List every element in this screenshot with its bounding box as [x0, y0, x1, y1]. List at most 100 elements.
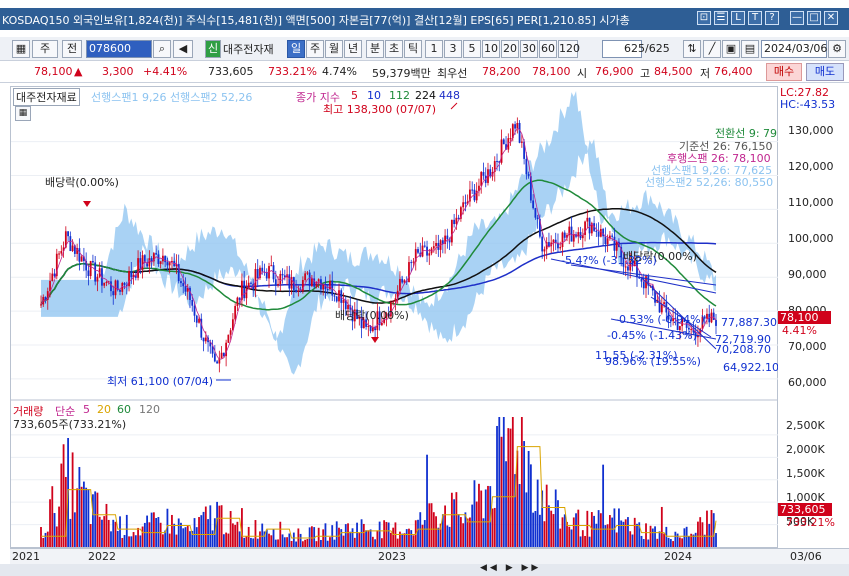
period-month-tab[interactable]: 월: [325, 40, 343, 58]
volume-bar: [543, 521, 546, 547]
period-week-tab[interactable]: 주: [306, 40, 324, 58]
volume-bar: [159, 522, 162, 547]
search-icon[interactable]: ⌕: [153, 40, 171, 58]
volume-bar: [550, 510, 553, 547]
candle-body: [89, 261, 92, 277]
save-icon[interactable]: ▣: [722, 40, 740, 58]
interval-5-button[interactable]: 5: [463, 40, 481, 58]
volume-bar: [112, 519, 115, 547]
volume-bar: [694, 532, 697, 547]
hc-value: HC:-43.53: [780, 98, 836, 111]
volume-bar: [484, 489, 487, 547]
volume-bar: [195, 527, 198, 547]
volume-bar: [577, 509, 580, 547]
volume-bar: [186, 525, 189, 547]
close-icon[interactable]: ✕: [824, 11, 838, 25]
candle-body: [112, 291, 115, 296]
stock-code-input[interactable]: 078600: [86, 40, 152, 58]
minimize-icon[interactable]: —: [790, 11, 804, 25]
volume-ma-20: 20: [97, 403, 111, 416]
volume-bar: [399, 531, 401, 547]
volume-bar: [277, 539, 279, 547]
volume-bar: [320, 539, 322, 547]
volume-bar: [631, 534, 634, 547]
volume-bar: [110, 531, 112, 547]
price-change-pct: +4.41%: [143, 65, 188, 78]
low-label: 저: [700, 67, 711, 80]
volume-bar: [134, 535, 137, 547]
candle-body: [274, 279, 277, 286]
help-icon[interactable]: ?: [765, 11, 779, 25]
candle-body: [606, 238, 609, 245]
candle-body: [502, 139, 505, 145]
market-select[interactable]: 주: [32, 40, 58, 58]
volume-bar: [545, 484, 548, 547]
candle-body: [541, 236, 544, 252]
period-minute-tab[interactable]: 분: [366, 40, 384, 58]
period-second-tab[interactable]: 초: [385, 40, 403, 58]
candle-body: [712, 312, 715, 320]
volume-bar: [561, 517, 564, 547]
period-tick-tab[interactable]: 틱: [404, 40, 422, 58]
chart-area[interactable]: 대주전자재료 선행스팬1 9,26 선행스팬2 52,26 종가 지수 5 10…: [10, 86, 802, 548]
date-input[interactable]: 2024/03/06: [761, 40, 827, 58]
volume-bar: [107, 519, 110, 547]
candle-body: [87, 270, 90, 277]
l-button[interactable]: L: [731, 11, 745, 25]
settings-icon[interactable]: ⚙: [828, 40, 846, 58]
volume-bar: [281, 534, 284, 547]
volume-bar: [218, 505, 221, 547]
interval-120-button[interactable]: 120: [558, 40, 580, 58]
t-button[interactable]: T: [748, 11, 762, 25]
period-year-tab[interactable]: 년: [344, 40, 362, 58]
interval-60-button[interactable]: 60: [539, 40, 557, 58]
volume-bar: [288, 533, 291, 547]
period-day-tab[interactable]: 일: [287, 40, 305, 58]
trendline-icon[interactable]: ╱: [703, 40, 721, 58]
candle-body: [193, 305, 196, 316]
candle-body: [329, 280, 331, 290]
menu-icon[interactable]: ☰: [714, 11, 728, 25]
volume-bar: [453, 499, 456, 547]
candle-body: [520, 141, 523, 143]
sell-button[interactable]: 매도: [806, 63, 844, 81]
volume-bar: [358, 533, 361, 547]
interval-1-button[interactable]: 1: [425, 40, 443, 58]
indicator-icon[interactable]: ⇅: [683, 40, 701, 58]
volume-bar: [473, 480, 476, 547]
volume-bar: [482, 518, 485, 547]
x-end-date: 03/06: [790, 550, 822, 563]
candle-body: [410, 262, 413, 264]
scroll-controls[interactable]: ◀◀ ▶ ▶▶: [480, 563, 541, 573]
maximize-icon[interactable]: □: [807, 11, 821, 25]
print-icon[interactable]: ▤: [741, 40, 759, 58]
volume-bar: [448, 526, 451, 547]
volume-bar: [570, 529, 573, 547]
volume-bar: [405, 529, 408, 547]
candle-body: [326, 289, 329, 291]
interval-3-button[interactable]: 3: [444, 40, 462, 58]
volume-bar: [656, 538, 659, 547]
volume-bar: [326, 540, 329, 547]
restore-icon[interactable]: ⊡: [697, 11, 711, 25]
volume-bar: [523, 441, 526, 547]
volume-bar: [182, 528, 185, 547]
dividend-label-1: 배당락(0.00%): [45, 176, 119, 189]
sound-icon[interactable]: ◀: [173, 40, 193, 58]
interval-20-button[interactable]: 20: [501, 40, 519, 58]
low-price: 76,400: [714, 65, 753, 78]
volume-bar: [371, 536, 374, 547]
grid-toggle-icon[interactable]: ▦: [15, 106, 31, 121]
buy-button[interactable]: 매수: [766, 63, 802, 81]
volume-bar: [599, 513, 602, 547]
volume-bar: [498, 417, 501, 547]
volume-bar: [665, 526, 668, 547]
interval-10-button[interactable]: 10: [482, 40, 500, 58]
market-type-button[interactable]: 전: [62, 40, 82, 58]
volume-bar: [539, 514, 541, 547]
chart-icon[interactable]: ▦: [12, 40, 30, 58]
volume-bar: [518, 484, 521, 547]
x-label-2022: 2022: [88, 550, 116, 563]
interval-30-button[interactable]: 30: [520, 40, 538, 58]
scroll-bar[interactable]: ◀◀ ▶ ▶▶: [0, 563, 849, 576]
